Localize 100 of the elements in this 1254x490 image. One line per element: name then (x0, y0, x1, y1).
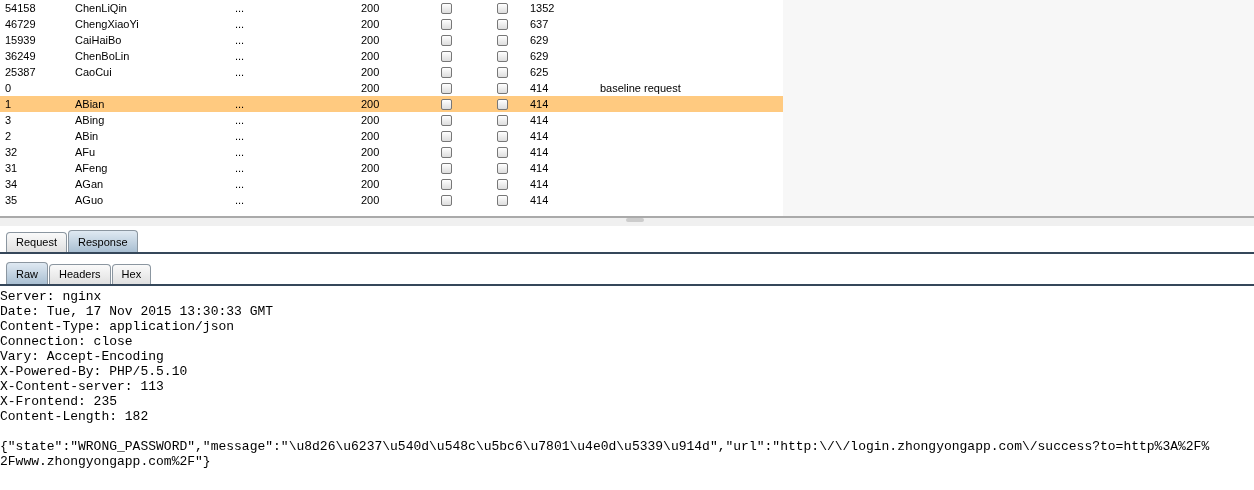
table-cell-text: 414 (530, 98, 550, 110)
table-cell-text: 0 (4, 82, 13, 94)
tab[interactable]: Hex (111, 264, 152, 284)
table-cell-text: ... (235, 34, 246, 46)
table-cell-text: 200 (361, 18, 381, 30)
checkbox[interactable] (497, 34, 508, 46)
checkbox[interactable] (441, 130, 452, 142)
table-cell-text: ChenBoLin (75, 50, 131, 62)
tab[interactable]: Headers (49, 264, 111, 284)
checkbox[interactable] (497, 98, 508, 110)
checkbox[interactable] (441, 162, 452, 174)
checkbox[interactable] (441, 82, 452, 94)
checkbox[interactable] (497, 18, 508, 30)
table-row[interactable]: 54158 ChenLiQin ... 200 1352 (0, 0, 783, 16)
response-line: Connection: close (0, 334, 134, 349)
checkbox[interactable] (497, 66, 508, 78)
table-row[interactable]: 46729 ChengXiaoYi ... 200 637 (0, 16, 783, 32)
table-row[interactable]: 31 AFeng ... 200 414 (0, 160, 783, 176)
checkbox[interactable] (497, 130, 508, 142)
table-cell-text: 200 (361, 146, 381, 158)
table-row[interactable]: 36249 ChenBoLin ... 200 629 (0, 48, 783, 64)
table-cell-text: 414 (530, 146, 550, 158)
table-cell-text: 36249 (4, 50, 37, 62)
table-cell-text: baseline request (600, 82, 682, 94)
table-cell-text: 637 (530, 18, 550, 30)
table-cell-text: CaoCui (75, 66, 113, 78)
checkbox[interactable] (497, 162, 508, 174)
table-cell-text: AGuo (75, 194, 105, 206)
table-cell-text: 200 (361, 98, 381, 110)
checkbox[interactable] (441, 178, 452, 190)
table-cell-text: 414 (530, 178, 550, 190)
table-row[interactable]: 15939 CaiHaiBo ... 200 629 (0, 32, 783, 48)
checkbox[interactable] (441, 194, 452, 206)
checkbox[interactable] (497, 178, 508, 190)
response-line: X-Content-server: 113 (0, 379, 165, 394)
table-cell-text: ... (235, 50, 246, 62)
table-cell-text: 34 (4, 178, 19, 190)
table-cell-text: ChenLiQin (75, 2, 128, 14)
checkbox[interactable] (441, 98, 452, 110)
table-cell-text: 15939 (4, 34, 37, 46)
response-line: Content-Type: application/json (0, 319, 236, 334)
table-row[interactable]: 2 ABin ... 200 414 (0, 128, 783, 144)
table-cell-text: ... (235, 162, 246, 174)
checkbox[interactable] (497, 114, 508, 126)
response-line: {"state":"WRONG_PASSWORD","message":"\u8d26\u6237\u540d\u548c\u5bc6\u7801\u4e0d\u5339\u914d","url":"http:\/\/login.zhongyongapp.com\/success?to=http%3A%2F% (0, 439, 1211, 454)
table-cell-text: 629 (530, 34, 550, 46)
response-line: X-Powered-By: PHP/5.5.10 (0, 364, 189, 379)
table-row[interactable]: 1 ABian ... 200 414 (0, 96, 783, 112)
tab[interactable]: Request (6, 232, 67, 252)
table-row[interactable]: 25387 CaoCui ... 200 625 (0, 64, 783, 80)
checkbox[interactable] (441, 66, 452, 78)
table-cell-text: 200 (361, 82, 381, 94)
checkbox[interactable] (441, 34, 452, 46)
table-cell-text: 1 (4, 98, 13, 110)
table-row[interactable]: 35 AGuo ... 200 414 (0, 192, 783, 208)
checkbox[interactable] (441, 2, 452, 14)
checkbox[interactable] (441, 50, 452, 62)
table-cell-text: ... (235, 66, 246, 78)
table-cell-text: ... (235, 2, 246, 14)
response-line: Date: Tue, 17 Nov 2015 13:30:33 GMT (0, 304, 275, 319)
checkbox[interactable] (441, 114, 452, 126)
response-line: 2Fwww.zhongyongapp.com%2F"} (0, 454, 212, 469)
table-row[interactable]: 3 ABing ... 200 414 (0, 112, 783, 128)
table-row[interactable]: 0 200 414 baseline request (0, 80, 783, 96)
table-cell-text: 414 (530, 194, 550, 206)
checkbox[interactable] (497, 146, 508, 158)
table-cell-text: ... (235, 114, 246, 126)
checkbox[interactable] (441, 18, 452, 30)
table-cell-text: 200 (361, 114, 381, 126)
table-cell-text: ... (235, 146, 246, 158)
checkbox[interactable] (497, 2, 508, 14)
table-cell-text: CaiHaiBo (75, 34, 123, 46)
table-cell-text: 200 (361, 50, 381, 62)
table-row[interactable]: 32 AFu ... 200 414 (0, 144, 783, 160)
table-cell-text: 32 (4, 146, 19, 158)
table-cell-text: 2 (4, 130, 13, 142)
table-cell-text: 46729 (4, 18, 37, 30)
tab[interactable]: Raw (6, 262, 48, 284)
table-cell-text: 414 (530, 162, 550, 174)
table-cell-text: AFeng (75, 162, 109, 174)
table-cell-text: 200 (361, 130, 381, 142)
table-cell-text: ... (235, 194, 246, 206)
table-cell-text: ABing (75, 114, 106, 126)
table-cell-text: 3 (4, 114, 13, 126)
tab[interactable]: Response (68, 230, 138, 252)
table-cell-text: 414 (530, 114, 550, 126)
checkbox[interactable] (441, 146, 452, 158)
table-cell-text: 25387 (4, 66, 37, 78)
table-cell-text: 414 (530, 82, 550, 94)
splitter-handle[interactable] (626, 218, 644, 222)
table-cell-text: 200 (361, 66, 381, 78)
checkbox[interactable] (497, 50, 508, 62)
table-cell-text: 629 (530, 50, 550, 62)
checkbox[interactable] (497, 82, 508, 94)
table-row[interactable]: 34 AGan ... 200 414 (0, 176, 783, 192)
table-cell-text: 200 (361, 2, 381, 14)
table-cell-text: ABian (75, 98, 106, 110)
checkbox[interactable] (497, 194, 508, 206)
response-line: Server: nginx (0, 289, 103, 304)
table-cell-text: 54158 (4, 2, 37, 14)
